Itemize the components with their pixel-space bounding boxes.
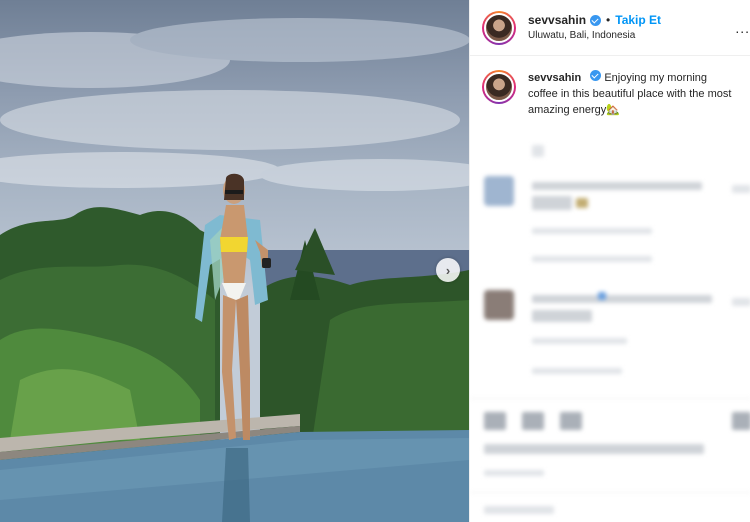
username-link[interactable]: sevvsahin: [528, 13, 586, 28]
avatar[interactable]: [482, 10, 516, 45]
verified-badge-icon: [590, 70, 602, 81]
chevron-right-icon: ›: [445, 262, 451, 278]
header-text: sevvsahin • Takip Et Uluwatu, Bali, Indo…: [528, 13, 661, 43]
post-sidebar: sevvsahin • Takip Et Uluwatu, Bali, Indo…: [469, 0, 750, 522]
avatar: [484, 176, 514, 206]
location-link[interactable]: Uluwatu, Bali, Indonesia: [528, 30, 661, 43]
post-photo[interactable]: ›: [0, 0, 469, 522]
next-photo-button[interactable]: ›: [436, 258, 460, 282]
caption-text-block: sevvsahin Enjoying my morning coffee in …: [528, 70, 738, 119]
avatar[interactable]: [482, 70, 516, 104]
blurred-comments: [470, 140, 750, 522]
avatar: [484, 290, 514, 320]
separator-dot: •: [606, 12, 611, 27]
more-options-icon[interactable]: ...: [735, 20, 750, 36]
house-emoji: 🏡: [606, 103, 620, 116]
verified-badge-icon: [590, 14, 602, 26]
follow-button[interactable]: Takip Et: [615, 13, 661, 28]
post-header: sevvsahin • Takip Et Uluwatu, Bali, Indo…: [470, 0, 750, 56]
photo-scene: [0, 18, 469, 522]
caption: sevvsahin Enjoying my morning coffee in …: [470, 56, 750, 119]
caption-username[interactable]: sevvsahin: [528, 72, 581, 84]
